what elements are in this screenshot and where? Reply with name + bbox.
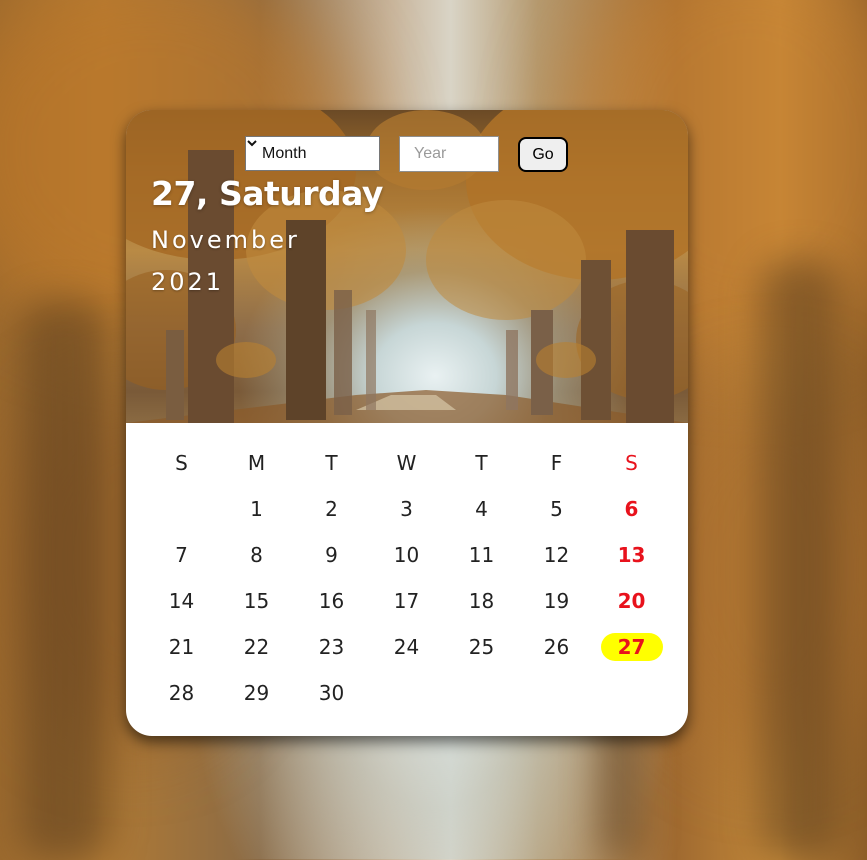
- today-highlight: 27: [600, 633, 663, 661]
- day-cell[interactable]: 12: [519, 543, 594, 567]
- day-cell[interactable]: 3: [369, 497, 444, 521]
- day-cell[interactable]: 24: [369, 635, 444, 659]
- day-cell[interactable]: 26: [519, 635, 594, 659]
- day-cell[interactable]: 9: [294, 543, 369, 567]
- day-cell[interactable]: 5: [519, 497, 594, 521]
- selected-year-label: 2021: [151, 268, 225, 296]
- day-cell[interactable]: 4: [444, 497, 519, 521]
- weekday-header: W: [396, 451, 417, 475]
- weekday-header: M: [247, 451, 266, 475]
- week-row: 1 2 3 4 5 6: [144, 486, 669, 532]
- week-row: 7 8 9 10 11 12 13: [144, 532, 669, 578]
- day-cell[interactable]: 28: [144, 681, 219, 705]
- week-row: 21 22 23 24 25 26 27: [144, 624, 669, 670]
- month-select[interactable]: Month: [245, 136, 380, 171]
- day-cell[interactable]: 15: [219, 589, 294, 613]
- day-cell[interactable]: 8: [219, 543, 294, 567]
- day-cell[interactable]: 30: [294, 681, 369, 705]
- day-cell[interactable]: 23: [294, 635, 369, 659]
- day-cell[interactable]: 19: [519, 589, 594, 613]
- week-row: 28 29 30: [144, 670, 669, 716]
- today-cell[interactable]: 27: [594, 633, 669, 661]
- weekday-header: T: [475, 451, 488, 475]
- day-cell[interactable]: 2: [294, 497, 369, 521]
- day-cell[interactable]: 17: [369, 589, 444, 613]
- selected-date-title: 27, Saturday: [151, 174, 383, 213]
- day-cell[interactable]: 6: [594, 497, 669, 521]
- day-cell[interactable]: 16: [294, 589, 369, 613]
- year-input[interactable]: [399, 136, 499, 172]
- weekday-header: T: [325, 451, 338, 475]
- calendar-card: Month Go 27, Saturday November 2021 S M …: [126, 110, 688, 736]
- weekday-header: S: [625, 451, 638, 475]
- hero-image: Month Go 27, Saturday November 2021: [126, 110, 688, 423]
- day-cell[interactable]: 20: [594, 589, 669, 613]
- day-cell[interactable]: 14: [144, 589, 219, 613]
- week-row: 14 15 16 17 18 19 20: [144, 578, 669, 624]
- day-cell[interactable]: 29: [219, 681, 294, 705]
- day-cell[interactable]: 25: [444, 635, 519, 659]
- day-cell[interactable]: 10: [369, 543, 444, 567]
- calendar-grid: S M T W T F S 1 2 3 4 5 6 7 8 9 10 11 12…: [144, 440, 669, 716]
- weekday-header: F: [550, 451, 563, 475]
- day-cell[interactable]: 13: [594, 543, 669, 567]
- chevron-down-icon: [247, 140, 257, 147]
- weekday-header-row: S M T W T F S: [144, 440, 669, 486]
- go-button[interactable]: Go: [518, 137, 568, 172]
- month-select-value: Month: [262, 144, 307, 162]
- day-cell[interactable]: 22: [219, 635, 294, 659]
- weekday-header: S: [175, 451, 188, 475]
- day-cell[interactable]: 1: [219, 497, 294, 521]
- day-cell[interactable]: 11: [444, 543, 519, 567]
- day-cell[interactable]: 7: [144, 543, 219, 567]
- day-cell[interactable]: 21: [144, 635, 219, 659]
- selected-month-label: November: [151, 226, 300, 254]
- day-cell[interactable]: 18: [444, 589, 519, 613]
